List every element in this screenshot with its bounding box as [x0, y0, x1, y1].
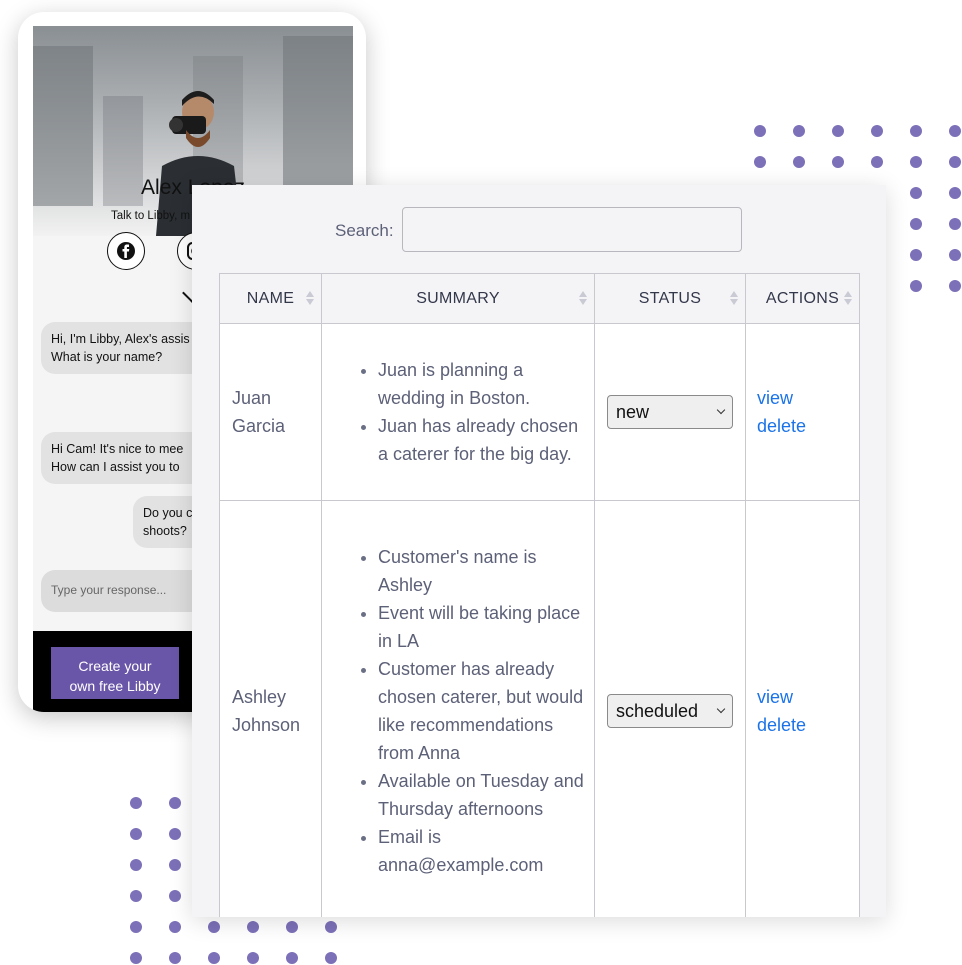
decorative-dot [949, 280, 961, 292]
decorative-dot [169, 797, 181, 809]
lead-name-cell: Ashley Johnson [219, 500, 322, 917]
decorative-dot [910, 280, 922, 292]
decorative-dot [910, 218, 922, 230]
view-link[interactable]: view [757, 683, 859, 711]
summary-item: Juan has already chosen a caterer for th… [378, 412, 586, 468]
decorative-dot [832, 125, 844, 137]
summary-item: Customer has already chosen caterer, but… [378, 655, 586, 767]
create-free-libby-button[interactable]: Create your own free Libby [51, 647, 179, 699]
summary-item: Customer's name is Ashley [378, 543, 586, 599]
decorative-dot [130, 890, 142, 902]
facebook-link[interactable] [107, 232, 145, 270]
summary-item: Juan is planning a wedding in Boston. [378, 356, 586, 412]
decorative-dot [949, 125, 961, 137]
chevron-down-icon [716, 704, 726, 713]
decorative-dot [286, 921, 298, 933]
decorative-dot [910, 156, 922, 168]
decorative-dot [130, 952, 142, 964]
decorative-dot [130, 859, 142, 871]
column-header-actions[interactable]: ACTIONS [745, 273, 860, 324]
search-input[interactable] [402, 207, 742, 252]
delete-link[interactable]: delete [757, 711, 859, 739]
lead-summary-cell: Juan is planning a wedding in Boston. Ju… [321, 323, 595, 501]
decorative-dot [754, 156, 766, 168]
lead-summary-cell: Customer's name is Ashley Event will be … [321, 500, 595, 917]
decorative-dot [910, 187, 922, 199]
lead-status-cell: new [594, 323, 746, 501]
decorative-dot [169, 921, 181, 933]
decorative-dot [949, 218, 961, 230]
lead-name-cell: Juan Garcia [219, 323, 322, 501]
decorative-dot [208, 921, 220, 933]
decorative-dot [949, 187, 961, 199]
lead-actions-cell: view delete [745, 323, 860, 501]
decorative-dot [286, 952, 298, 964]
decorative-dot [949, 249, 961, 261]
summary-item: Event will be taking place in LA [378, 599, 586, 655]
decorative-dot [832, 156, 844, 168]
decorative-dot [325, 921, 337, 933]
lead-actions-cell: view delete [745, 500, 860, 917]
decorative-dot [871, 125, 883, 137]
decorative-dot [130, 921, 142, 933]
leads-table-panel: Search: NAME SUMMARY STATUS ACTIONS Juan… [192, 185, 886, 917]
decorative-dot [754, 125, 766, 137]
lead-status-cell: scheduled [594, 500, 746, 917]
decorative-dot [130, 797, 142, 809]
summary-item: Available on Tuesday and Thursday aftern… [378, 767, 586, 823]
sort-icon [730, 291, 738, 305]
decorative-dot [793, 156, 805, 168]
decorative-dot [871, 156, 883, 168]
sort-icon [306, 291, 314, 305]
search-label: Search: [335, 221, 394, 240]
decorative-dot [169, 952, 181, 964]
decorative-dot [910, 249, 922, 261]
facebook-icon [117, 242, 135, 260]
column-header-status[interactable]: STATUS [594, 273, 746, 324]
decorative-dot [169, 828, 181, 840]
column-header-name[interactable]: NAME [219, 273, 322, 324]
decorative-dot [169, 859, 181, 871]
summary-item: Email is anna@example.com [378, 823, 586, 879]
decorative-dot [325, 952, 337, 964]
chevron-down-icon [716, 405, 726, 415]
table-row: Ashley Johnson Customer's name is Ashley… [219, 500, 860, 917]
decorative-dot [910, 125, 922, 137]
table-header-row: NAME SUMMARY STATUS ACTIONS [219, 273, 860, 324]
view-link[interactable]: view [757, 384, 859, 412]
decorative-dot [130, 828, 142, 840]
column-header-summary[interactable]: SUMMARY [321, 273, 595, 324]
sort-icon [844, 291, 852, 305]
decorative-dot [793, 125, 805, 137]
decorative-dot [208, 952, 220, 964]
profile-subtitle: Talk to Libby, m [111, 210, 191, 222]
decorative-dot [949, 156, 961, 168]
status-select[interactable]: scheduled [607, 693, 733, 728]
delete-link[interactable]: delete [757, 412, 859, 440]
leads-table: NAME SUMMARY STATUS ACTIONS Juan Garcia … [219, 273, 860, 917]
sort-icon [579, 291, 587, 305]
decorative-dot [247, 921, 259, 933]
decorative-dot [247, 952, 259, 964]
decorative-dot [169, 890, 181, 902]
table-row: Juan Garcia Juan is planning a wedding i… [219, 323, 860, 501]
status-select[interactable]: new [607, 395, 733, 429]
